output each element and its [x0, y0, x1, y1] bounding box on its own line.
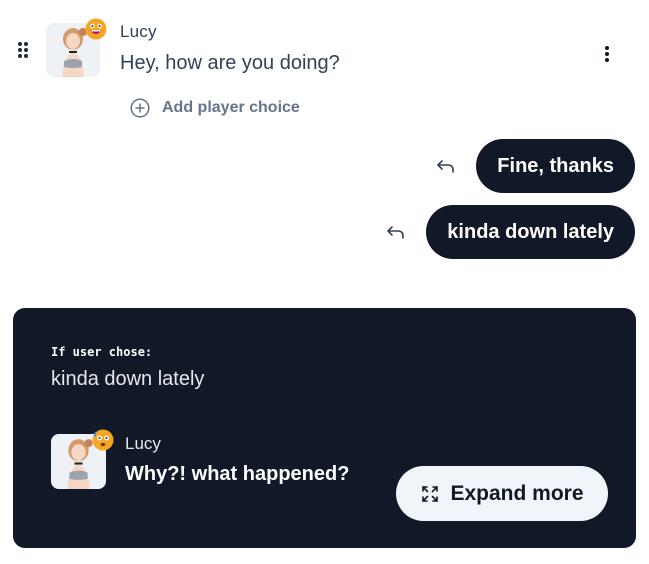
add-player-choice-label: Add player choice [162, 99, 300, 116]
reply-arrow-icon[interactable] [386, 224, 406, 240]
branch-condition-label: If user chose: [51, 345, 153, 359]
grinning-face-icon [85, 18, 107, 40]
branch-card: If user chose: kinda down lately Lucy Wh… [13, 308, 636, 548]
drag-handle-icon[interactable] [18, 42, 28, 58]
anxious-sweat-face-icon [92, 429, 114, 451]
player-choice-pill[interactable]: kinda down lately [426, 205, 635, 259]
branch-message-text: Why?! what happened? [125, 463, 350, 485]
player-choice-pill[interactable]: Fine, thanks [476, 139, 635, 193]
add-player-choice-button[interactable]: Add player choice [130, 96, 300, 120]
player-choice-row: Fine, thanks [436, 139, 635, 193]
branch-speaker-name: Lucy [125, 434, 161, 453]
speaker-name: Lucy [120, 22, 157, 41]
more-options-icon[interactable] [602, 46, 612, 66]
reply-arrow-icon[interactable] [436, 158, 456, 174]
plus-circle-icon [130, 98, 150, 118]
message-text[interactable]: Hey, how are you doing? [120, 52, 340, 75]
expand-more-label: Expand more [450, 481, 584, 505]
expand-more-button[interactable]: Expand more [396, 466, 608, 521]
player-choice-row: kinda down lately [386, 205, 635, 259]
branch-chosen-option: kinda down lately [51, 368, 205, 390]
expand-arrows-icon [422, 485, 439, 502]
